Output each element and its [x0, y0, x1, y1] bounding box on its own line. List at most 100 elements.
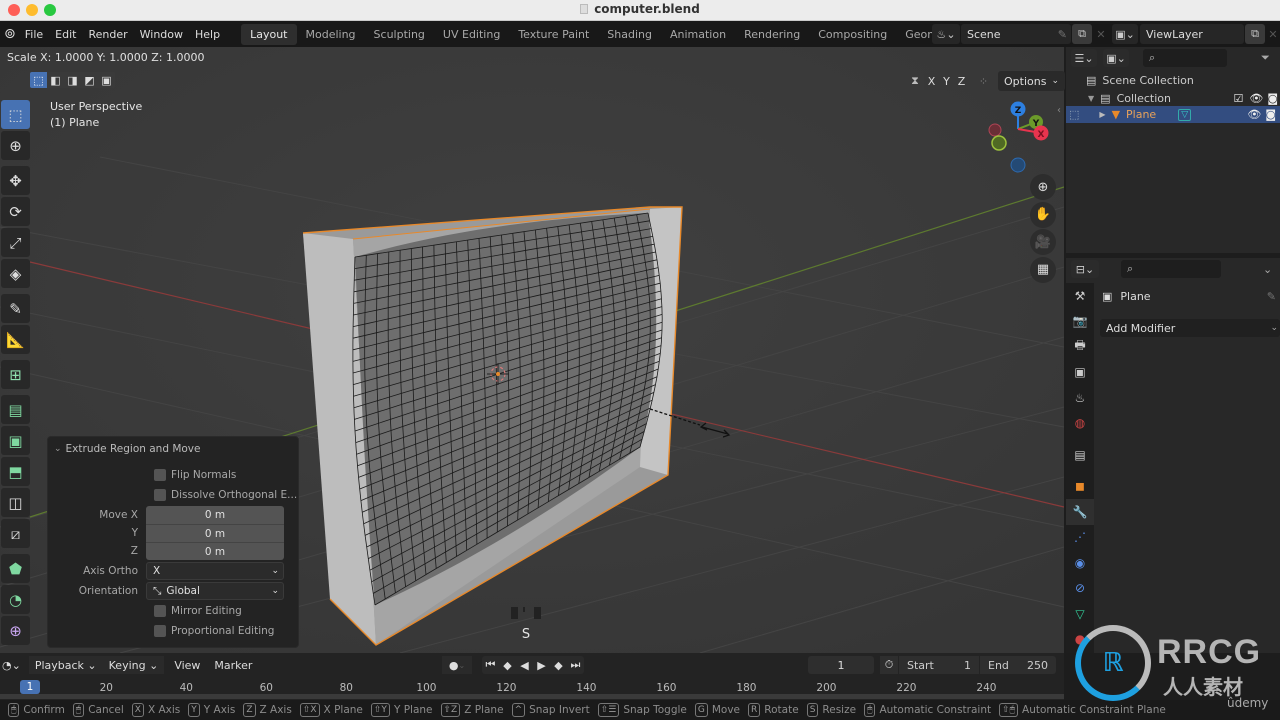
tab-animation[interactable]: Animation — [661, 24, 735, 45]
new-scene-icon[interactable]: ⧉ — [1072, 24, 1092, 44]
move-tool-icon[interactable]: ✥ — [1, 166, 30, 195]
delete-scene-icon[interactable]: ✕ — [1092, 24, 1110, 44]
display-mode-icon[interactable]: ☰⌄ — [1071, 49, 1097, 67]
cursor-tool-icon[interactable]: ⊕ — [1, 131, 30, 160]
collection-tab-icon[interactable]: ▤ — [1066, 442, 1094, 468]
playhead[interactable]: 1 — [20, 680, 40, 694]
gizmo-neg-y[interactable] — [991, 135, 1007, 151]
camera-view-icon[interactable]: 🎥 — [1030, 229, 1056, 255]
flip-normals-checkbox[interactable] — [154, 469, 166, 481]
visibility-eye-icon[interactable]: 👁 — [1247, 108, 1261, 121]
record-button[interactable]: ● ⌄ — [442, 656, 472, 674]
select-intersect-icon[interactable]: ▣ — [98, 72, 115, 88]
orientation-dropdown[interactable]: ⤡ Global ⌄ — [146, 582, 284, 600]
timeline-scrollbar[interactable] — [0, 694, 1064, 699]
navigation-gizmo[interactable]: Z Y X — [980, 95, 1065, 180]
extrude-region-tool-icon[interactable]: ▤ — [1, 395, 30, 424]
zoom-view-icon[interactable]: ⊕ — [1030, 174, 1056, 200]
view-layer-filter-icon[interactable]: ▣⌄ — [1103, 49, 1129, 67]
render-camera-icon[interactable]: ◙ — [1265, 108, 1276, 121]
scale-tool-icon[interactable]: ⤢ — [1, 228, 30, 257]
play-icon[interactable]: ▶ — [533, 656, 550, 674]
options-dropdown[interactable]: Options ⌄ — [998, 71, 1065, 91]
knife-tool-icon[interactable]: ⧄ — [1, 519, 30, 548]
sidebar-toggle-icon[interactable]: ‹ — [1057, 105, 1061, 116]
exclude-checkbox[interactable]: ☑ — [1233, 92, 1243, 105]
mirror-z-toggle[interactable]: Z — [954, 72, 969, 90]
marker-menu[interactable]: Marker — [214, 659, 252, 672]
mirror-x-toggle[interactable]: X — [924, 72, 939, 90]
jump-start-icon[interactable]: ⏮ — [482, 656, 499, 674]
scene-name-field[interactable]: Scene ✎ — [961, 24, 1071, 44]
select-new-icon[interactable]: ⬚ — [30, 72, 47, 88]
tab-sculpting[interactable]: Sculpting — [365, 24, 434, 45]
outliner-scene-collection[interactable]: ▤ Scene Collection — [1086, 72, 1194, 88]
outliner-plane[interactable]: ⬚ ▶ ▼ Plane ▽ 👁 ◙ — [1066, 106, 1280, 123]
playback-menu[interactable]: Playback ⌄ — [28, 656, 103, 674]
add-cube-tool-icon[interactable]: ⊞ — [1, 360, 30, 389]
view-layer-field[interactable]: ViewLayer — [1140, 24, 1244, 44]
transform-tool-icon[interactable]: ◈ — [1, 259, 30, 288]
poly-build-tool-icon[interactable]: ⬟ — [1, 554, 30, 583]
mirror-y-toggle[interactable]: Y — [939, 72, 954, 90]
menu-help[interactable]: Help — [195, 28, 220, 41]
inset-faces-tool-icon[interactable]: ▣ — [1, 426, 30, 455]
view-layer-icon[interactable]: ▣⌄ — [1112, 24, 1138, 44]
select-box-tool-icon[interactable]: ⬚ — [1, 100, 30, 129]
collapse-chevron-icon[interactable]: ⌄ — [54, 444, 62, 454]
tab-layout[interactable]: Layout — [241, 23, 297, 45]
tab-modeling[interactable]: Modeling — [297, 24, 365, 45]
outliner-collection[interactable]: ▼ ▤ Collection ☑ 👁 ◙ — [1088, 90, 1278, 106]
start-frame-field[interactable]: Start 1 — [899, 656, 979, 674]
data-tab-icon[interactable]: ▽ — [1066, 601, 1094, 627]
properties-search-input[interactable]: ⌕ — [1121, 260, 1221, 278]
editor-type-clock-icon[interactable]: ◔⌄ — [2, 659, 21, 672]
mesh-data-icon[interactable]: ▽ — [1178, 108, 1192, 121]
menu-window[interactable]: Window — [140, 28, 183, 41]
play-reverse-icon[interactable]: ◀ — [516, 656, 533, 674]
dissolve-orthogonal-checkbox[interactable] — [154, 489, 166, 501]
editor-type-icon[interactable]: ⊟⌄ — [1071, 260, 1099, 278]
prev-keyframe-icon[interactable]: ◆ — [499, 656, 516, 674]
loop-cut-tool-icon[interactable]: ◫ — [1, 488, 30, 517]
modifiers-tab-icon[interactable]: 🔧 — [1066, 499, 1094, 525]
pin-icon[interactable]: ✎ — [1267, 290, 1276, 303]
select-extend-icon[interactable]: ◧ — [47, 72, 64, 88]
annotate-tool-icon[interactable]: ✎ — [1, 294, 30, 323]
scene-tab-icon[interactable]: ♨ — [1066, 385, 1094, 411]
tab-shading[interactable]: Shading — [598, 24, 661, 45]
preview-range-icon[interactable]: ⏱ — [880, 656, 898, 674]
output-tab-icon[interactable]: 🖶 — [1066, 334, 1094, 360]
pan-hand-icon[interactable]: ✋ — [1030, 201, 1056, 228]
expand-triangle-icon[interactable]: ▶ — [1099, 110, 1105, 119]
smooth-tool-icon[interactable]: ⊕ — [1, 616, 30, 645]
expand-triangle-icon[interactable]: ▼ — [1088, 94, 1094, 103]
keying-menu[interactable]: Keying ⌄ — [102, 656, 165, 674]
tool-settings-tab-icon[interactable]: ⚒ — [1066, 283, 1094, 309]
redo-panel-header[interactable]: ⌄ Extrude Region and Move — [48, 440, 300, 458]
render-tab-icon[interactable]: 📷 — [1066, 309, 1094, 335]
blender-logo-icon[interactable]: ⊚ — [4, 26, 16, 42]
auto-merge-icon[interactable]: ⁘ — [975, 72, 992, 90]
chevron-down-icon[interactable]: ⌄ — [1263, 263, 1272, 276]
outliner-search-input[interactable]: ⌕ — [1143, 49, 1227, 67]
render-camera-icon[interactable]: ◙ — [1267, 92, 1278, 105]
tab-uv-editing[interactable]: UV Editing — [434, 24, 509, 45]
select-subtract-icon[interactable]: ◨ — [64, 72, 81, 88]
end-frame-field[interactable]: End 250 — [980, 656, 1056, 674]
filter-icon[interactable]: ⏷ — [1261, 51, 1270, 65]
mirror-editing-checkbox[interactable] — [154, 605, 166, 617]
axis-ortho-dropdown[interactable]: X ⌄ — [146, 562, 284, 580]
measure-tool-icon[interactable]: 📐 — [1, 325, 30, 354]
menu-render[interactable]: Render — [88, 28, 127, 41]
tab-rendering[interactable]: Rendering — [735, 24, 809, 45]
add-modifier-dropdown[interactable]: Add Modifier ⌄ — [1100, 319, 1280, 337]
gizmo-neg-x[interactable] — [988, 123, 1002, 137]
menu-file[interactable]: File — [25, 28, 43, 41]
jump-end-icon[interactable]: ⏭ — [567, 656, 584, 674]
view-menu[interactable]: View — [174, 659, 200, 672]
move-y-field[interactable]: 0 m — [146, 524, 284, 542]
physics-tab-icon[interactable]: ◉ — [1066, 550, 1094, 576]
pin-icon[interactable]: ✎ — [1058, 28, 1067, 41]
edit-mode-icon[interactable]: ⬚ — [1069, 108, 1079, 121]
